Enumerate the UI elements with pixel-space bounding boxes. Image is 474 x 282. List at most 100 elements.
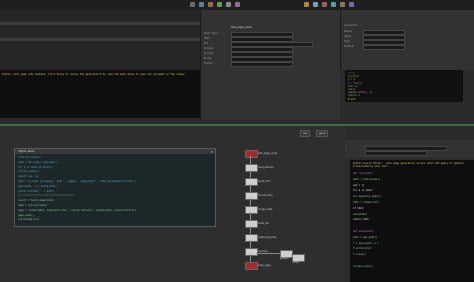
camera-icon[interactable] (304, 2, 309, 7)
settings-icon[interactable] (226, 2, 231, 7)
code-editor-top[interactable]: if x: print(x) y = x z = foo(y) elif w: r… (345, 70, 463, 102)
node-wire (250, 240, 251, 248)
node-wire (250, 226, 251, 234)
param-field[interactable] (365, 151, 427, 156)
network-node[interactable] (245, 234, 258, 242)
stop-icon[interactable] (199, 2, 204, 7)
code-line: html = render(out) (353, 201, 379, 204)
record-icon[interactable] (208, 2, 213, 7)
node-wire (250, 254, 251, 262)
network-node[interactable] (245, 178, 258, 186)
param-label: Mode (204, 57, 212, 60)
code-header: # Generated by wiki tool (353, 165, 388, 169)
python-line: page = render(data, template='wiki', sty… (18, 208, 137, 212)
python-line: path = os.path.join(base, 'wiki', 'pages… (18, 180, 137, 183)
python-shell-window[interactable]: Python Shell ✕ from hou import * node = h… (14, 148, 216, 227)
code-line: run(hou.pwd()) (353, 264, 374, 268)
node-label: build_html (258, 179, 271, 183)
node-label: write_file (258, 221, 269, 225)
param-label: Format (204, 52, 214, 55)
parameter-panel: wiki_page_node Node Type Path File Output Fo… (200, 10, 340, 120)
node-label: notify (292, 261, 299, 264)
node-label: read_params (258, 165, 274, 169)
node-wire (250, 184, 251, 192)
python-line: print(p.name()) (18, 170, 40, 174)
python-line: print('written: ' + path) (18, 189, 54, 193)
python-line: from hou import * (18, 156, 43, 159)
code-line: for p in data: (353, 189, 374, 193)
code-editor-bottom[interactable]: Python Source Editor - wiki page generat… (350, 160, 474, 282)
node-label: merge_data (258, 207, 273, 211)
light-icon[interactable] (313, 2, 318, 7)
python-line: # ===================================== (18, 194, 75, 198)
geometry-icon[interactable] (340, 2, 345, 7)
right-bottom-panel (345, 140, 474, 158)
node-label: output_preview (258, 235, 277, 239)
code-line: return html (353, 218, 369, 222)
prop-label: Default (344, 45, 354, 48)
python-line: import sys, os (18, 175, 39, 179)
python-line: data = collect(node) (18, 204, 47, 207)
prop-label: Name (344, 30, 352, 33)
network-node[interactable] (245, 192, 258, 200)
mesh-icon[interactable] (322, 2, 327, 7)
console-output[interactable]: Python: wiki page node updated. Click be… (0, 70, 200, 118)
code-line: # end (348, 97, 356, 101)
node-label: publish (280, 257, 289, 260)
network-tab[interactable]: obj (300, 130, 310, 137)
render-icon[interactable] (235, 2, 240, 7)
network-node[interactable] (245, 248, 258, 256)
network-node[interactable] (245, 262, 258, 270)
code-line: path = get_path() (353, 235, 378, 239)
network-node[interactable] (245, 164, 258, 172)
code-line: def save(html): (353, 230, 375, 233)
top-toolbar (0, 0, 474, 10)
layout-icon[interactable] (349, 2, 354, 7)
python-shell-titlebar[interactable]: Python Shell ✕ (15, 149, 215, 154)
param-label: File (204, 42, 209, 45)
python-line: open(path, 'w').write(html) (18, 184, 57, 188)
code-line: out.append(p.name()) (353, 195, 382, 199)
left-header-strip (0, 22, 200, 25)
code-line: data = node.parms() (353, 177, 381, 181)
prop-input[interactable] (363, 45, 405, 50)
code-line: def run(node): (353, 172, 374, 175)
code-line: out = [] (353, 183, 365, 187)
prop-label: Type (344, 40, 350, 43)
node-wire (250, 198, 251, 206)
python-line: page.save() (18, 213, 34, 217)
code-line: f.write(html) (353, 247, 372, 251)
node-wire (256, 253, 280, 254)
play-icon[interactable] (190, 2, 195, 7)
node-label: format_links (258, 193, 273, 197)
param-panel-title: wiki_page_node (231, 26, 252, 29)
python-line: print(page.url) (18, 218, 40, 222)
param-label: Path (204, 37, 210, 40)
shader-icon[interactable] (331, 2, 336, 7)
python-line: for p in node.children(): (18, 165, 54, 169)
python-line: result = build_page(node) (18, 199, 54, 203)
network-tab[interactable]: geo1 (316, 130, 329, 137)
node-wire (250, 212, 251, 220)
node-wire (250, 156, 251, 164)
right-panel-title: properties (344, 24, 358, 27)
network-node[interactable] (245, 206, 258, 214)
grid-icon[interactable] (217, 2, 222, 7)
right-properties-panel: properties Name Value Type Default (340, 10, 474, 70)
network-node[interactable] (245, 150, 258, 158)
node-label: wiki_page_node (258, 151, 277, 155)
node-wire (250, 170, 251, 178)
param-input[interactable] (231, 62, 293, 67)
param-label: Node Type (204, 32, 218, 35)
network-node[interactable] (245, 220, 258, 228)
code-line: f = open(path,'w') (353, 241, 379, 245)
close-icon[interactable]: ✕ (210, 150, 213, 154)
python-shell-title: Python Shell (18, 149, 35, 153)
node-label: save_page (258, 263, 271, 267)
console-banner: Python: wiki page node updated. Click be… (2, 73, 187, 76)
left-header-strip-2 (0, 38, 200, 41)
code-line: save(html) (353, 212, 368, 216)
prop-label: Value (344, 35, 352, 38)
param-label: Output (204, 47, 214, 50)
python-line: node = hou.node('/obj/geo1') (18, 160, 59, 164)
